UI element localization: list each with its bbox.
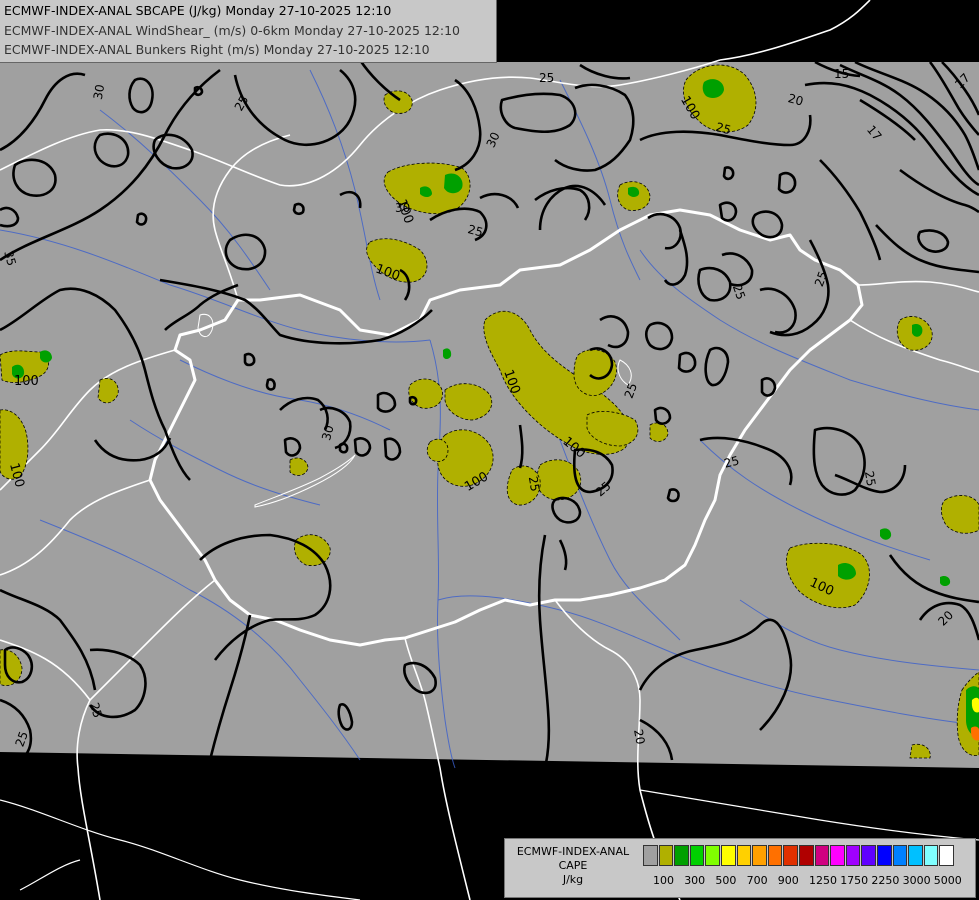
legend-title: ECMWF-INDEX-ANAL CAPE J/kg [509, 845, 637, 887]
legend-swatch [892, 845, 908, 866]
svg-text:25: 25 [862, 470, 878, 487]
legend-swatch [689, 845, 705, 866]
legend-swatch [643, 845, 658, 866]
legend-swatch [845, 845, 861, 866]
legend-swatch [876, 845, 892, 866]
model-domain [0, 62, 979, 768]
legend-swatch [830, 845, 845, 866]
legend-color-scale [643, 845, 955, 866]
legend-tick-label: 1750 [840, 874, 869, 887]
svg-text:30: 30 [91, 83, 107, 100]
legend-tick-label: 500 [715, 874, 737, 887]
legend-tick-label: 300 [684, 874, 706, 887]
legend-swatch [705, 845, 720, 866]
legend-title-unit: J/kg [562, 873, 584, 886]
cape-legend: ECMWF-INDEX-ANAL CAPE J/kg 100 300 500 700 9… [504, 838, 976, 898]
legend-tick-labels: 100 300 500 700 900 1250 1750 2250 3000 5000 [643, 874, 973, 890]
legend-swatch [814, 845, 830, 866]
legend-swatch [752, 845, 767, 866]
title-line-sbcape: ECMWF-INDEX-ANAL SBCAPE (J/kg) Monday 27… [4, 3, 392, 18]
svg-text:25: 25 [539, 71, 554, 85]
legend-swatch [658, 845, 674, 866]
legend-swatch [861, 845, 876, 866]
legend-swatch [908, 845, 923, 866]
legend-tick-label: 100 [653, 874, 674, 887]
svg-text:25: 25 [526, 475, 542, 492]
legend-tick-label: 3000 [902, 874, 931, 887]
map-title-box: ECMWF-INDEX-ANAL SBCAPE (J/kg) Monday 27… [0, 0, 497, 63]
legend-swatch [674, 845, 689, 866]
legend-swatch [783, 845, 798, 866]
legend-swatch [720, 845, 736, 866]
svg-text:30: 30 [395, 201, 410, 215]
legend-tick-label: 700 [746, 874, 768, 887]
svg-text:20: 20 [631, 728, 647, 745]
title-line-bunkers: ECMWF-INDEX-ANAL Bunkers Right (m/s) Mon… [4, 42, 430, 57]
legend-tick-label: 900 [777, 874, 799, 887]
legend-title-model: ECMWF-INDEX-ANAL [516, 845, 630, 858]
legend-title-variable: CAPE [558, 859, 588, 872]
svg-text:100: 100 [14, 374, 39, 389]
legend-tick-label: 1250 [809, 874, 837, 887]
legend-swatch [939, 845, 954, 866]
title-line-windshear: ECMWF-INDEX-ANAL WindShear_ (m/s) 0-6km … [4, 23, 460, 38]
legend-swatch [767, 845, 783, 866]
cape-labels-extra: 100 [14, 374, 39, 389]
legend-swatch [736, 845, 752, 866]
legend-swatch [798, 845, 814, 866]
legend-tick-label: 2250 [871, 874, 900, 887]
legend-tick-label: 5000 [933, 874, 962, 887]
weather-map: 100 100 100 100 100 100 100 100 100 30 2… [0, 0, 979, 900]
legend-swatch [923, 845, 939, 866]
svg-text:15: 15 [834, 67, 849, 81]
